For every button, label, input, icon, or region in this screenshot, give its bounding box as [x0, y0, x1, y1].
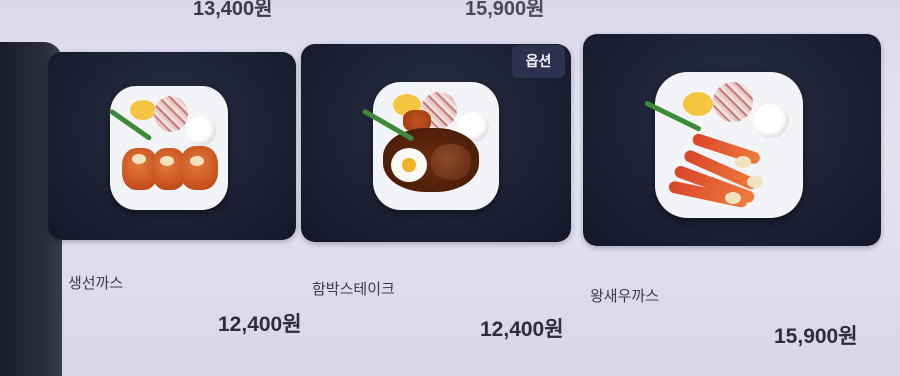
rice: [186, 116, 216, 146]
option-badge: 옵션: [512, 45, 565, 78]
plate: [655, 72, 803, 218]
tartar-sauce: [747, 176, 763, 188]
cutlet: [180, 146, 218, 190]
menu-item-image-fish-cutlet[interactable]: [48, 52, 296, 240]
tartar-sauce: [132, 154, 146, 164]
tartar-sauce: [190, 156, 204, 166]
menu-item-price: 12,400원: [218, 313, 302, 336]
tartar-sauce: [725, 192, 741, 204]
plate: [110, 86, 228, 210]
menu-item-price: 15,900원: [774, 325, 858, 348]
previous-item-price: 13,400원: [193, 0, 273, 20]
corn: [683, 92, 713, 116]
tartar-sauce: [735, 156, 751, 168]
menu-item-price: 12,400원: [480, 318, 564, 341]
salad: [154, 96, 188, 132]
menu-item-image-jumbo-shrimp-cutlet[interactable]: [583, 34, 881, 246]
rice: [753, 104, 789, 138]
menu-item-name[interactable]: 왕새우까스: [590, 285, 659, 306]
menu-item-name[interactable]: 생선까스: [68, 272, 123, 293]
fried-egg: [391, 148, 427, 182]
plate: [373, 82, 499, 210]
tartar-sauce: [160, 156, 174, 166]
menu-item-name[interactable]: 함박스테이크: [312, 278, 395, 299]
salad: [713, 82, 753, 122]
corn: [130, 100, 156, 120]
hamburg-patty: [431, 144, 471, 180]
previous-item-price: 15,900원: [465, 0, 545, 20]
